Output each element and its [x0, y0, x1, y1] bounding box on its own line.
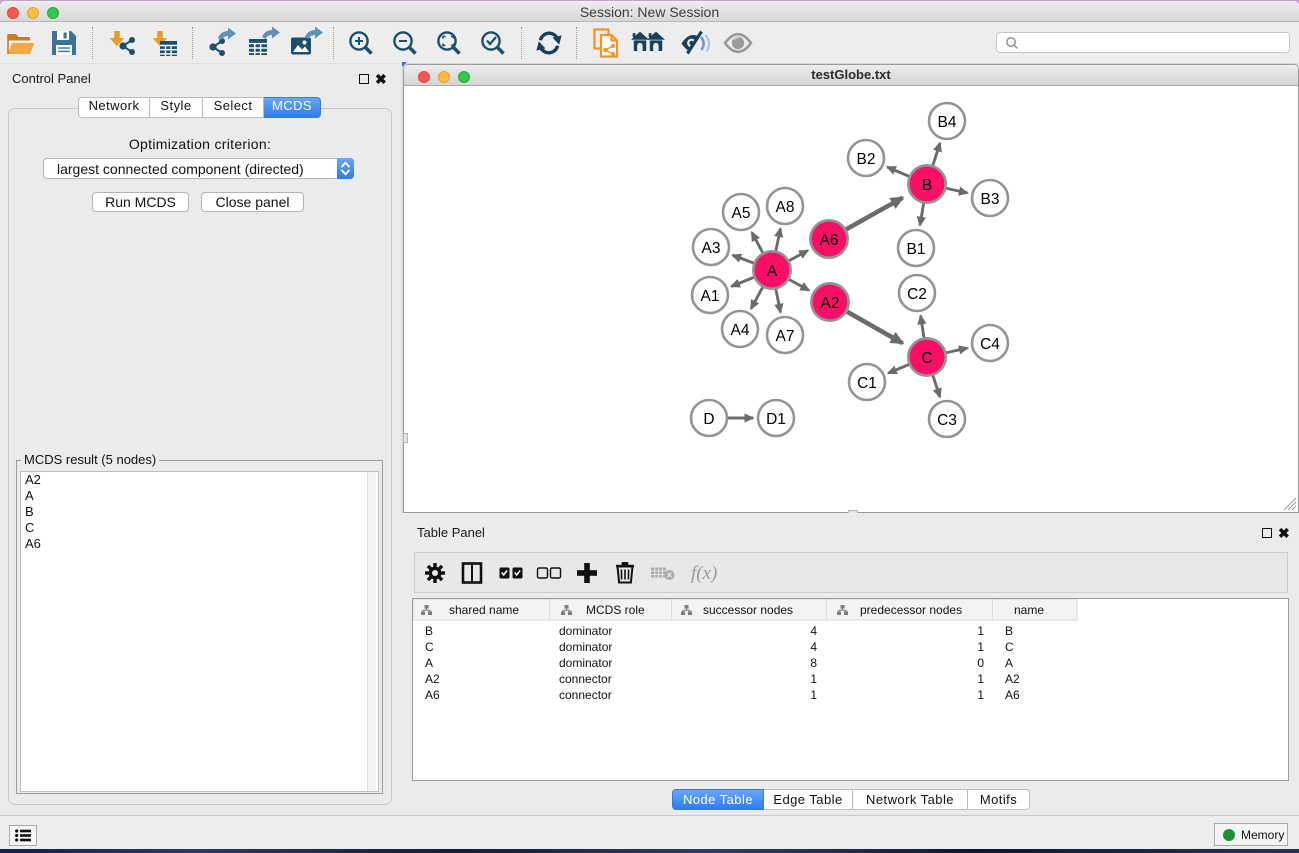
svg-text:predecessor nodes: predecessor nodes	[860, 603, 962, 617]
svg-text:dominator: dominator	[559, 640, 612, 654]
svg-text:A: A	[767, 263, 778, 280]
svg-text:dominator: dominator	[559, 656, 612, 670]
svg-text:B1: B1	[907, 241, 926, 258]
svg-text:C1: C1	[857, 375, 877, 392]
svg-text:successor nodes: successor nodes	[703, 603, 793, 617]
svg-text:dominator: dominator	[559, 624, 612, 638]
svg-text:MCDS role: MCDS role	[586, 603, 645, 617]
svg-text:A: A	[1005, 656, 1013, 670]
svg-text:connector: connector	[559, 688, 612, 702]
svg-text:B2: B2	[857, 151, 876, 168]
svg-text:connector: connector	[559, 672, 612, 686]
svg-text:1: 1	[810, 688, 817, 702]
svg-text:A6: A6	[425, 688, 440, 702]
svg-text:1: 1	[977, 640, 984, 654]
svg-text:1: 1	[977, 624, 984, 638]
svg-text:A6: A6	[1005, 688, 1020, 702]
svg-text:B: B	[922, 177, 932, 194]
svg-text:A7: A7	[776, 328, 795, 345]
svg-text:4: 4	[810, 624, 817, 638]
svg-text:C: C	[1005, 640, 1014, 654]
svg-text:A1: A1	[701, 288, 720, 305]
svg-text:C: C	[425, 640, 434, 654]
svg-text:4: 4	[810, 640, 817, 654]
svg-text:A5: A5	[732, 205, 751, 222]
svg-text:B3: B3	[981, 191, 1000, 208]
svg-text:B4: B4	[938, 114, 957, 131]
svg-text:A2: A2	[821, 295, 840, 312]
svg-text:A: A	[425, 656, 433, 670]
svg-text:shared name: shared name	[449, 603, 519, 617]
svg-text:1: 1	[977, 672, 984, 686]
svg-text:C: C	[921, 350, 932, 367]
svg-text:C3: C3	[937, 412, 957, 429]
svg-text:A3: A3	[702, 240, 721, 257]
svg-text:1: 1	[810, 672, 817, 686]
svg-text:A4: A4	[731, 322, 750, 339]
svg-text:D: D	[703, 411, 714, 428]
svg-text:8: 8	[810, 656, 817, 670]
svg-text:D1: D1	[766, 411, 786, 428]
svg-text:C2: C2	[907, 286, 927, 303]
svg-text:A2: A2	[425, 672, 440, 686]
svg-text:f(x): f(x)	[691, 563, 717, 584]
svg-text:A6: A6	[820, 232, 839, 249]
svg-text:A2: A2	[1005, 672, 1020, 686]
svg-text:B: B	[425, 624, 433, 638]
svg-text:1: 1	[977, 688, 984, 702]
svg-text:name: name	[1014, 603, 1044, 617]
svg-text:B: B	[1005, 624, 1013, 638]
svg-text:A8: A8	[776, 199, 795, 216]
svg-text:C4: C4	[980, 336, 1000, 353]
svg-text:0: 0	[977, 656, 984, 670]
